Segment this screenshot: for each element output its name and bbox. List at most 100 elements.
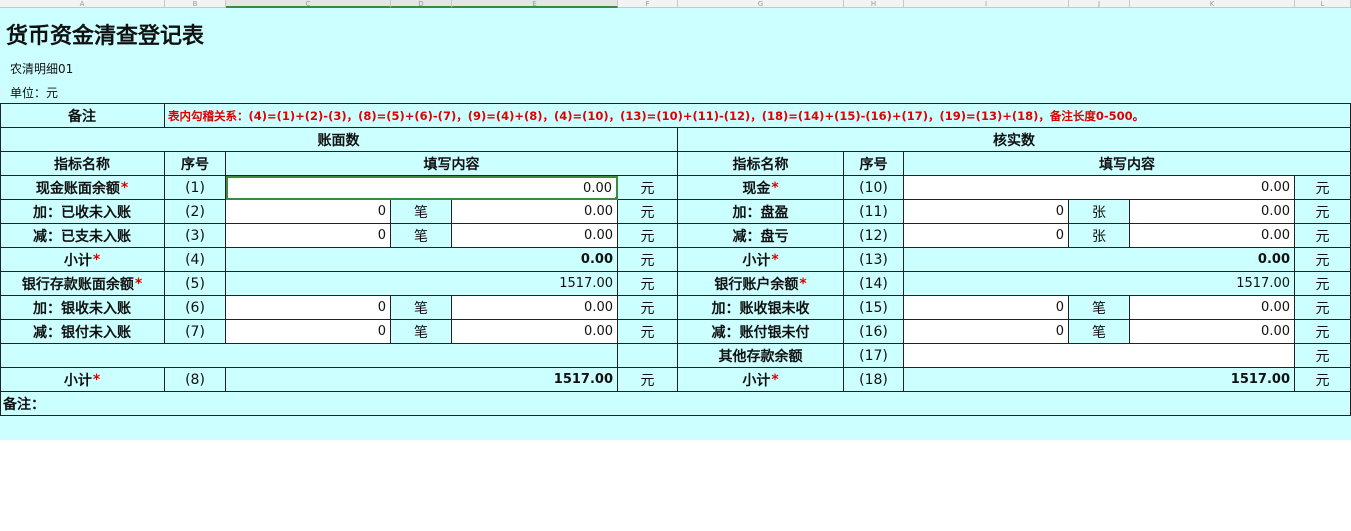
right-row-name: 其他存款余额 [678,344,844,368]
right-count-input[interactable]: 0 [904,224,1069,248]
currency-unit: 元 [1315,348,1330,365]
right-section-header: 核实数 [678,128,1351,152]
left-row-name: 小计 * [0,248,165,272]
row-name: 加：银收未入账 [33,300,131,317]
footer-remark-cell[interactable]: 备注： [0,392,1351,416]
left-amount-input[interactable]: 0.00 [226,176,618,200]
right-count-input[interactable]: 0 [904,200,1069,224]
right-yuan-unit: 元 [1295,320,1351,344]
row-name: 现金 [742,180,771,197]
right-amount-input[interactable]: 1517.00 [904,272,1295,296]
left-amount-input[interactable]: 0.00 [452,200,618,224]
right-row-seq: (11) [844,200,904,224]
currency-unit: 元 [1315,276,1330,293]
row-name: 小计 [742,252,771,269]
left-yuan-unit: 元 [618,320,678,344]
right-count-input[interactable]: 0 [904,320,1069,344]
row-name: 加：已收未入账 [33,204,131,221]
left-count-input[interactable]: 0 [226,320,391,344]
table-top-border [0,103,1351,104]
right-amount-input[interactable] [904,344,1295,368]
amount-value: 1517.00 [559,276,613,291]
left-row-seq: (6) [165,296,226,320]
currency-unit: 元 [1315,204,1330,221]
left-yuan-unit: 元 [618,224,678,248]
column-header-k[interactable]: K [1130,0,1295,8]
left-count-input[interactable]: 0 [226,296,391,320]
right-yuan-unit: 元 [1295,248,1351,272]
left-amount-input: 0.00 [226,248,618,272]
right-row-name: 小计 * [678,368,844,392]
amount-value: 0.00 [584,324,613,339]
row-name: 其他存款余额 [718,348,803,365]
right-amount-input[interactable]: 0.00 [1130,224,1295,248]
required-mark: * [92,251,101,268]
amount-value: 0.00 [583,180,612,196]
column-header-j[interactable]: J [1069,0,1130,8]
right-amount-input: 1517.00 [904,368,1295,392]
left-header-name: 指标名称 [0,152,165,176]
right-yuan-unit: 元 [1295,176,1351,200]
left-yuan-unit: 元 [618,272,678,296]
right-count-input[interactable]: 0 [904,296,1069,320]
count-value: 0 [1055,228,1064,243]
amount-value: 0.00 [584,228,613,243]
left-row-name: 银行存款账面余额 * [0,272,165,296]
left-count-unit: 笔 [391,296,452,320]
amount-value: 0.00 [1261,324,1290,339]
count-unit: 张 [1092,228,1106,245]
amount-value: 0.00 [584,204,613,219]
count-unit: 笔 [414,300,428,317]
amount-value: 0.00 [584,300,613,315]
amount-value: 1517.00 [1236,276,1290,291]
header-text: 填写内容 [423,156,480,173]
header-text: 填写内容 [1099,156,1155,173]
column-header-f[interactable]: F [618,0,678,8]
row-seq: (14) [859,275,888,292]
left-row-name: 现金账面余额 * [0,176,165,200]
column-header-e[interactable]: E [452,0,618,8]
left-blank-unit [618,344,678,368]
page-title: 货币资金清查登记表 [6,23,205,49]
unit-label: 单位：元 [10,86,59,100]
left-yuan-unit: 元 [618,248,678,272]
left-amount-input[interactable]: 0.00 [452,320,618,344]
right-amount-input[interactable]: 0.00 [1130,200,1295,224]
remark-label-cell: 备注 [0,104,165,128]
required-mark: * [120,179,129,196]
column-header-g[interactable]: G [678,0,844,8]
column-header-b[interactable]: B [165,0,226,8]
left-amount-input[interactable]: 0.00 [452,296,618,320]
column-header-c[interactable]: C [226,0,391,8]
column-header-i[interactable]: I [904,0,1069,8]
row-seq: (6) [185,299,205,316]
column-header-a[interactable]: A [0,0,165,8]
right-row-seq: (12) [844,224,904,248]
left-amount-input[interactable]: 1517.00 [226,272,618,296]
right-amount-input[interactable]: 0.00 [1130,296,1295,320]
column-header-h[interactable]: H [844,0,904,8]
right-row-name: 减：盘亏 [678,224,844,248]
row-seq: (17) [859,347,888,364]
left-amount-input[interactable]: 0.00 [452,224,618,248]
section-title: 核实数 [993,132,1035,149]
right-row-name: 银行账户余额 * [678,272,844,296]
left-count-unit: 笔 [391,224,452,248]
right-amount-input[interactable]: 0.00 [904,176,1295,200]
column-header-d[interactable]: D [391,0,452,8]
left-header-fill: 填写内容 [226,152,678,176]
column-header-l[interactable]: L [1295,0,1351,8]
left-count-input[interactable]: 0 [226,224,391,248]
count-unit: 笔 [1092,300,1106,317]
row-name: 小计 [63,252,92,269]
right-amount-input[interactable]: 0.00 [1130,320,1295,344]
left-count-unit: 笔 [391,200,452,224]
header-text: 序号 [181,156,209,173]
right-row-seq: (18) [844,368,904,392]
currency-unit: 元 [1315,324,1330,341]
row-seq: (18) [859,371,888,388]
left-count-input[interactable]: 0 [226,200,391,224]
required-mark: * [771,251,779,268]
remark-rule-cell: 表内勾稽关系：(4)=(1)+(2)-(3)，(8)=(5)+(6)-(7)，(… [165,104,1351,128]
amount-value: 1517.00 [1230,372,1290,387]
